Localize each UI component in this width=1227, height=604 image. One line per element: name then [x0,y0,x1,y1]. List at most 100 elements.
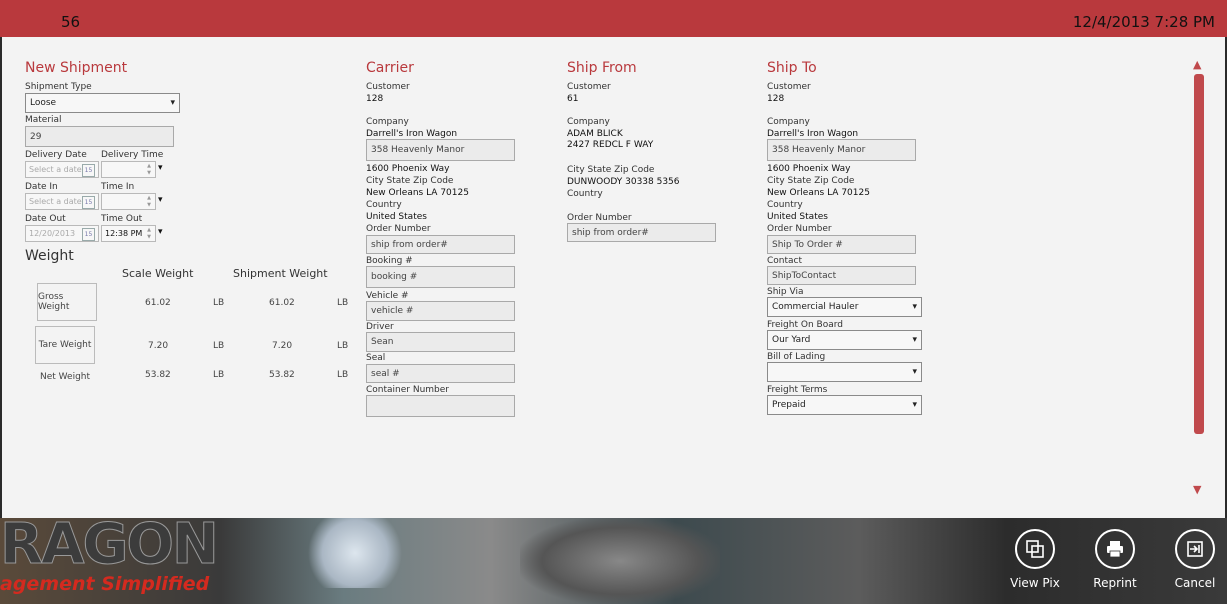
ship-from-company-label: Company [567,117,610,127]
exit-icon [1175,529,1215,569]
gross-shipment-weight: 61.02 [269,298,295,308]
delivery-time-label: Delivery Time [101,150,164,160]
chevron-down-icon: ▾ [912,367,917,377]
time-out-picker[interactable]: 12:38 PM ▲ ▼ [101,225,156,242]
chevron-down-icon: ▾ [912,335,917,345]
tare-shipment-weight: 7.20 [272,341,293,351]
ship-to-customer-label: Customer [767,82,811,92]
carrier-country: United States [366,212,427,222]
reprint-label: Reprint [1093,576,1137,590]
spinner-icon: ▲ ▼ [147,195,151,208]
tare-scale-weight: 7.20 [148,341,169,351]
net-shipment-unit: LB [337,370,349,380]
view-pix-label: View Pix [1010,576,1060,590]
weight-title: Weight [25,248,74,264]
freight-on-board-label: Freight On Board [767,320,843,330]
time-in-dropdown-icon[interactable]: ▾ [158,195,163,205]
scroll-down-arrow-icon[interactable]: ▼ [1193,483,1201,496]
shipment-type-select[interactable]: Loose ▾ [25,93,180,113]
material-label: Material [25,115,62,125]
freight-terms-select[interactable]: Prepaid ▾ [767,395,922,415]
ship-from-title: Ship From [567,60,637,76]
contact-input[interactable]: ShipToContact [767,266,916,285]
ship-to-address-field[interactable]: 358 Heavenly Manor [767,139,916,161]
chevron-down-icon: ▾ [912,400,917,410]
delivery-time-picker[interactable]: ▲ ▼ [101,161,156,178]
ship-via-label: Ship Via [767,287,804,297]
container-input[interactable] [366,395,515,417]
scale-weight-header: Scale Weight [122,267,194,280]
shipment-weight-header: Shipment Weight [233,267,328,280]
view-pix-button[interactable]: View Pix [995,529,1075,590]
delivery-date-picker[interactable]: Select a date 15 [25,161,99,178]
time-out-dropdown-icon[interactable]: ▾ [158,227,163,237]
vertical-scrollbar-thumb[interactable] [1194,74,1204,434]
ship-from-city: DUNWOODY 30338 5356 [567,177,680,187]
spinner-icon: ▲ ▼ [147,227,151,240]
vehicle-label: Vehicle # [366,291,409,301]
gross-weight-button[interactable]: Gross Weight [37,283,97,321]
date-in-picker[interactable]: Select a date 15 [25,193,99,210]
carrier-address: 1600 Phoenix Way [366,164,450,174]
time-in-label: Time In [101,182,135,192]
container-label: Container Number [366,385,449,395]
date-out-picker[interactable]: 12/20/2013 15 [25,225,99,242]
calendar-icon: 15 [82,196,95,209]
carrier-address-field[interactable]: 358 Heavenly Manor [366,139,515,161]
ship-from-country-label: Country [567,189,603,199]
spinner-icon: ▲ ▼ [147,163,151,176]
driver-input[interactable]: Sean [366,332,515,352]
net-shipment-weight: 53.82 [269,370,295,380]
reprint-button[interactable]: Reprint [1075,529,1155,590]
delivery-time-dropdown-icon[interactable]: ▾ [158,163,163,173]
ship-from-order-input[interactable]: ship from order# [567,223,716,242]
carrier-company-value: Darrell's Iron Wagon [366,129,458,139]
calendar-icon: 15 [82,228,95,241]
new-shipment-title: New Shipment [25,60,128,76]
ship-to-title: Ship To [767,60,817,76]
brand-logo-text: RAGON [0,518,219,578]
ship-to-order-input[interactable]: Ship To Order # [767,235,916,254]
background-art [520,518,720,604]
ship-from-customer-label: Customer [567,82,611,92]
ship-from-company-value: ADAM BLICK [567,129,623,139]
shipment-type-label: Shipment Type [25,82,92,92]
net-scale-unit: LB [213,370,225,380]
ship-to-address: 1600 Phoenix Way [767,164,851,174]
carrier-company-label: Company [366,117,409,127]
booking-input[interactable]: booking # [366,266,515,288]
top-bar: 56 12/4/2013 7:28 PM [0,0,1227,37]
ship-from-address: 2427 REDCL F WAY [567,140,654,150]
date-in-label: Date In [25,182,58,192]
cancel-label: Cancel [1174,576,1216,590]
shipment-number: 56 [61,13,81,31]
material-field[interactable]: 29 [25,126,174,147]
scroll-up-arrow-icon[interactable]: ▲ [1193,58,1201,71]
carrier-title: Carrier [366,60,414,76]
driver-label: Driver [366,322,394,332]
carrier-order-input[interactable]: ship from order# [366,235,515,254]
time-in-picker[interactable]: ▲ ▼ [101,193,156,210]
carrier-city-label: City State Zip Code [366,176,454,186]
calendar-icon: 15 [82,164,95,177]
ship-to-country-label: Country [767,200,803,210]
ship-via-select[interactable]: Commercial Hauler ▾ [767,297,922,317]
ship-to-customer-value: 128 [767,94,785,104]
vehicle-input[interactable]: vehicle # [366,301,515,321]
tare-weight-button[interactable]: Tare Weight [35,326,95,364]
freight-terms-label: Freight Terms [767,385,828,395]
ship-to-country: United States [767,212,828,222]
carrier-country-label: Country [366,200,402,210]
copy-icon [1015,529,1055,569]
ship-from-order-label: Order Number [567,213,632,223]
seal-input[interactable]: seal # [366,364,515,383]
seal-label: Seal [366,353,386,363]
booking-label: Booking # [366,256,413,266]
bill-of-lading-select[interactable]: ▾ [767,362,922,382]
ship-from-city-label: City State Zip Code [567,165,655,175]
cancel-button[interactable]: Cancel [1155,529,1227,590]
printer-icon [1095,529,1135,569]
brand-tagline: agement Simplified [0,573,210,595]
delivery-date-label: Delivery Date [25,150,87,160]
freight-on-board-select[interactable]: Our Yard ▾ [767,330,922,350]
